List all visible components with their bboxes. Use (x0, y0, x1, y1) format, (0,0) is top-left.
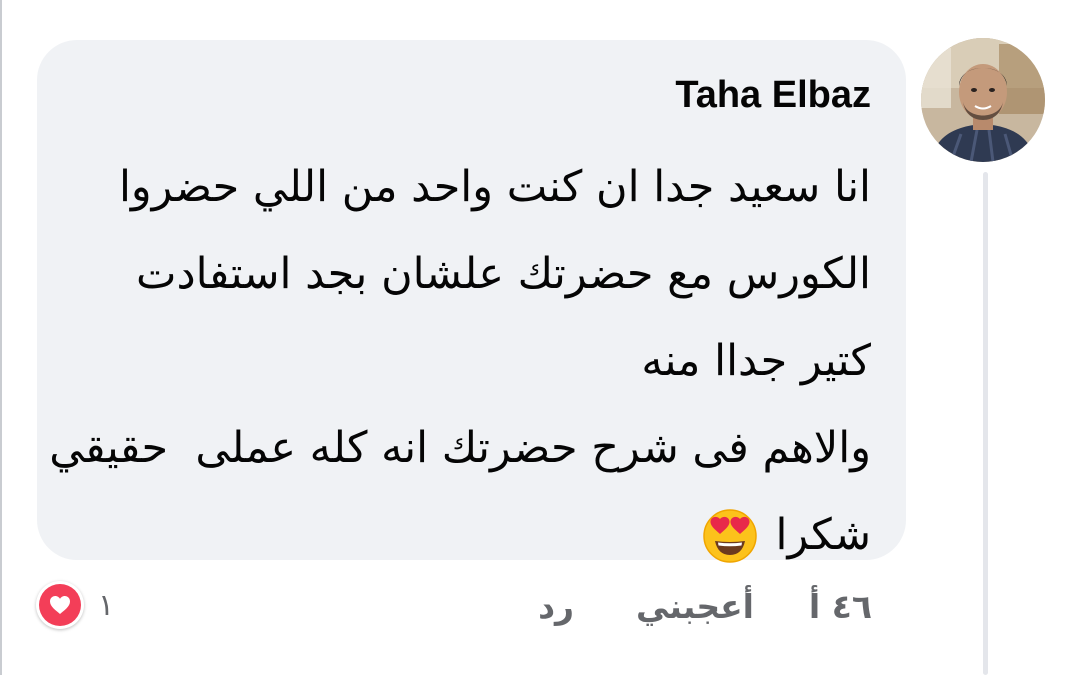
left-border (0, 0, 2, 675)
comment-line: والاهم فى شرح حضرتك انه كله عملى حقيقي (49, 423, 871, 473)
comment-line: كتير جداا منه (641, 336, 871, 386)
reaction-count: ١ (98, 587, 115, 623)
avatar-photo-icon (921, 38, 1045, 162)
heart-eyes-emoji-icon (702, 508, 758, 564)
heart-reaction (36, 581, 84, 629)
reply-thread-line (983, 172, 988, 675)
comment-bubble: Taha Elbaz انا سعيد جدا ان كنت واحد من ا… (37, 40, 906, 563)
comment-author[interactable]: Taha Elbaz (675, 74, 871, 117)
avatar[interactable] (921, 38, 1045, 162)
reply-button[interactable]: رد (538, 582, 574, 632)
comment-body: انا سعيد جدا ان كنت واحد من اللي حضروا ا… (49, 144, 871, 579)
comment-line: شكرا (81, 492, 871, 579)
comment-timestamp[interactable]: ٤٦ أ (809, 582, 872, 632)
comment-line: انا سعيد جدا ان كنت واحد من اللي حضروا (118, 162, 871, 212)
reaction-summary[interactable]: ١ (36, 580, 114, 630)
comment-line: الكورس مع حضرتك علشان بجد استفادت (136, 249, 871, 299)
like-button[interactable]: أعجبني (636, 582, 754, 632)
comment-view: Taha Elbaz انا سعيد جدا ان كنت واحد من ا… (0, 0, 1080, 675)
heart-icon (39, 584, 81, 626)
